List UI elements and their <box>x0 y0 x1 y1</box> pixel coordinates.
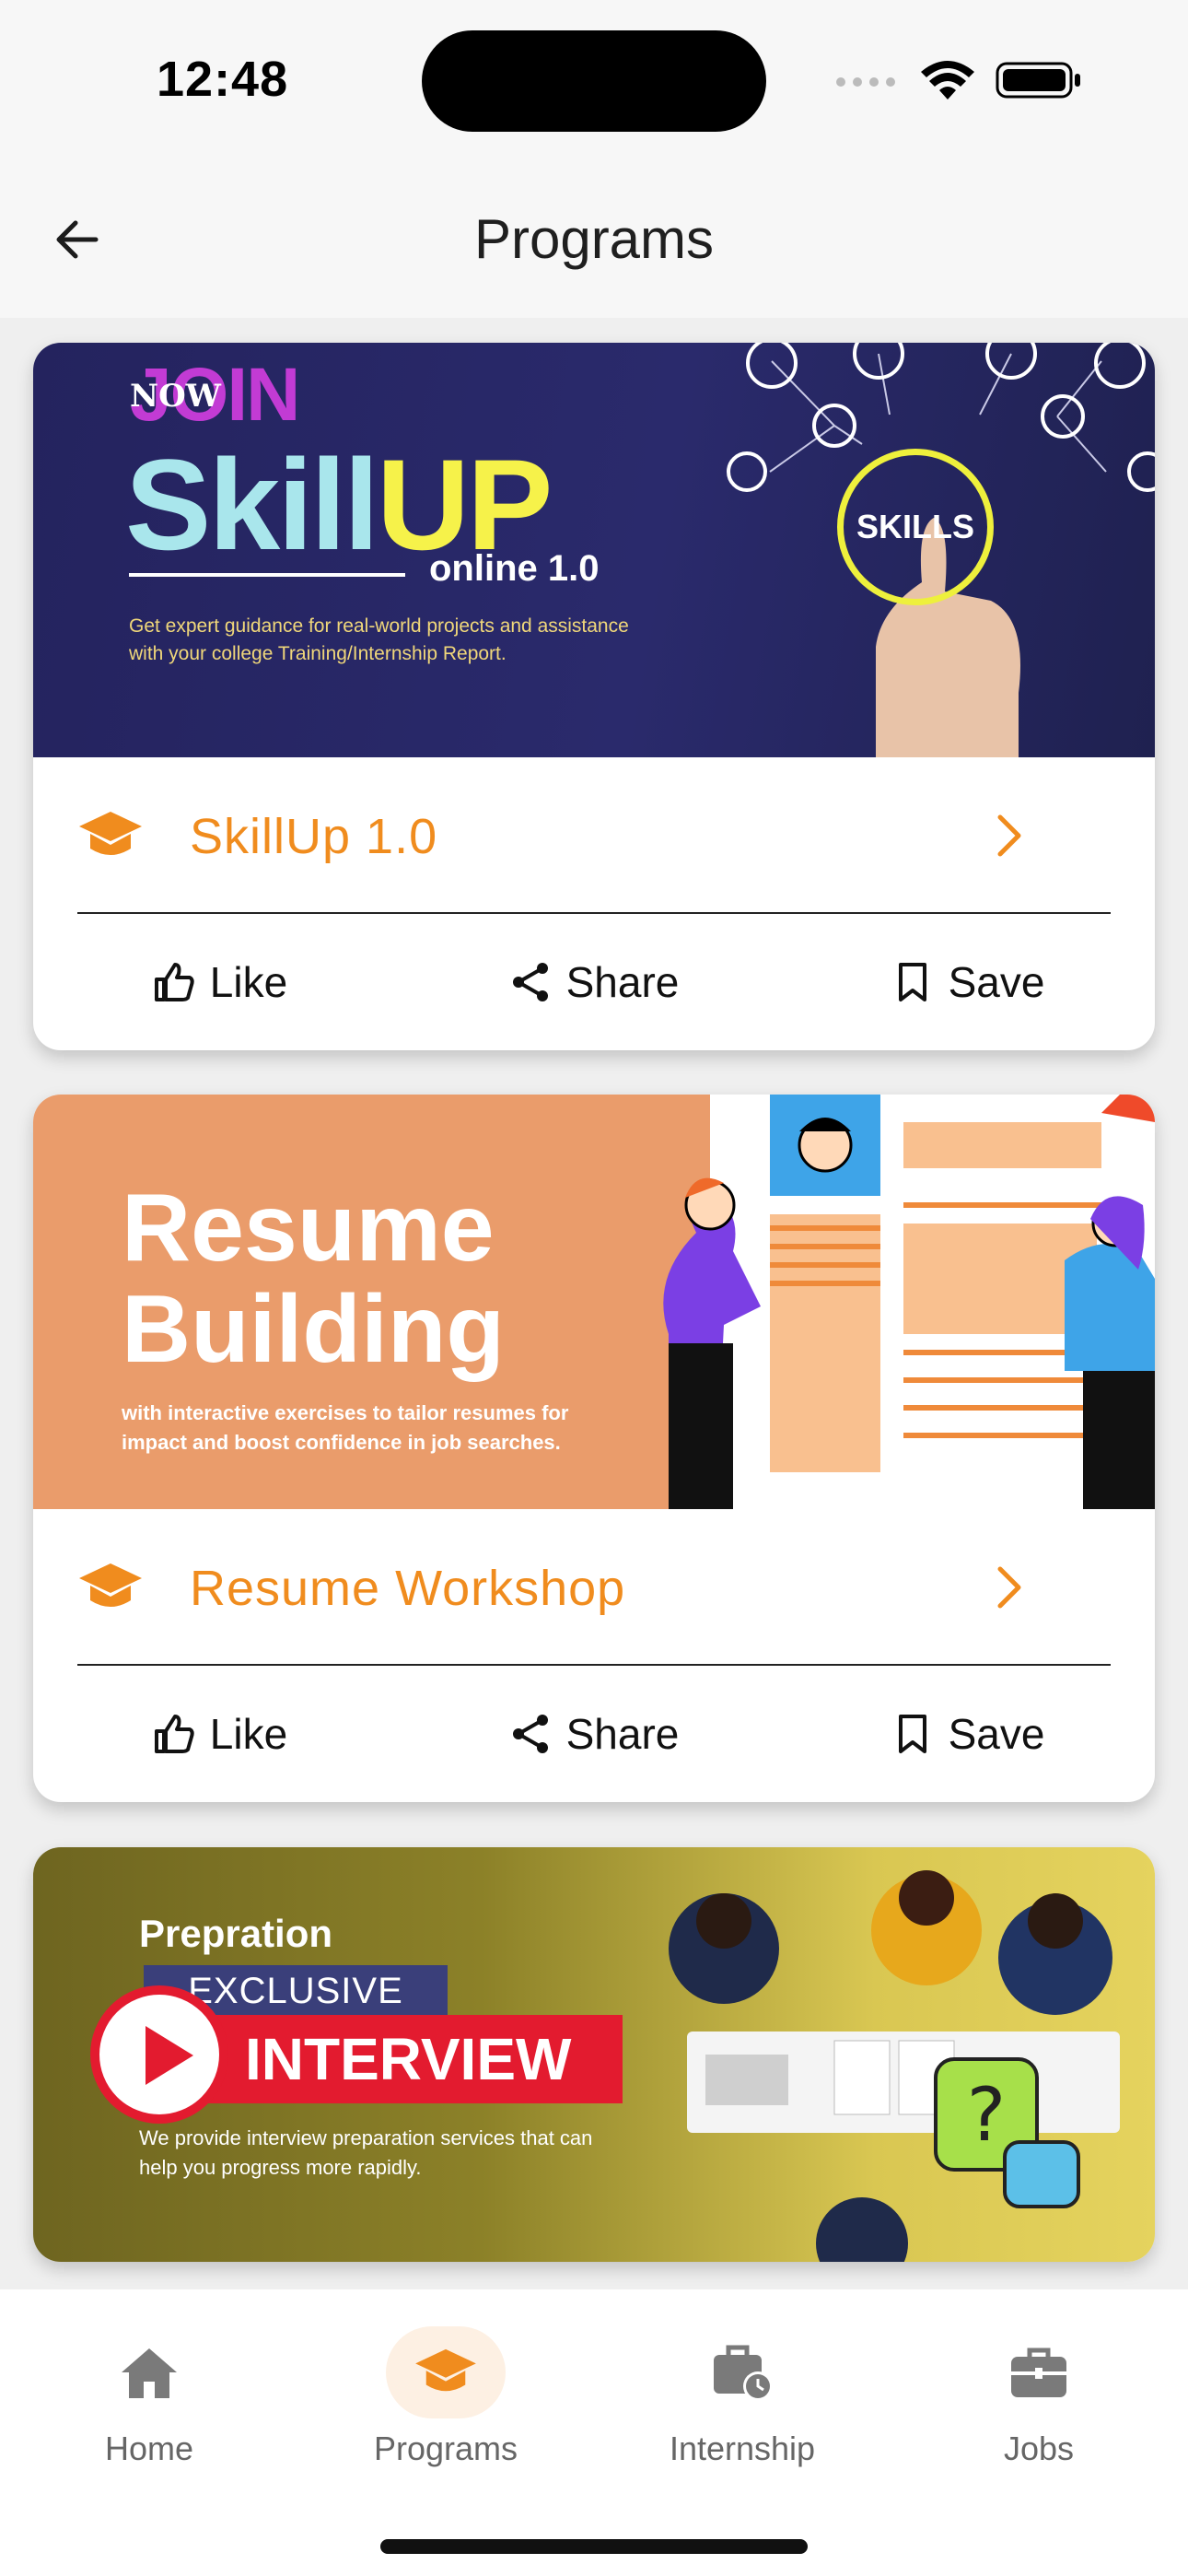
like-button[interactable]: Like <box>33 1709 407 1759</box>
chevron-right-icon <box>997 1566 1021 1609</box>
interview-illustration: ? <box>669 1870 1120 2262</box>
divider <box>77 1664 1111 1666</box>
program-title: Resume Workshop <box>190 1561 626 1616</box>
nav-icon-wrap <box>89 2326 209 2418</box>
nav-label: Programs <box>373 2430 518 2467</box>
program-title-row[interactable]: SkillUp 1.0 <box>33 757 1155 914</box>
status-icons <box>835 59 1082 101</box>
program-card: ? Prepration EXCLUSIVE INTERVIEW We prov… <box>33 1847 1155 2262</box>
program-title-row[interactable]: Resume Workshop <box>33 1509 1155 1666</box>
bottom-nav: Home Programs Internship Jobs <box>0 2289 1188 2576</box>
thumbs-up-icon <box>154 963 194 1001</box>
status-time: 12:48 <box>157 52 289 107</box>
home-indicator <box>380 2539 808 2554</box>
save-button[interactable]: Save <box>781 1709 1155 1759</box>
nav-item-home[interactable]: Home <box>29 2326 269 2483</box>
share-icon <box>512 1715 548 1753</box>
banner-online-text: online 1.0 <box>429 548 600 589</box>
share-icon <box>512 963 548 1001</box>
nav-icon-wrap <box>682 2326 802 2418</box>
banner-description: Get expert guidance for real-world proje… <box>129 615 629 664</box>
bookmark-icon <box>898 963 926 1001</box>
program-banner[interactable]: ? Prepration EXCLUSIVE INTERVIEW We prov… <box>33 1847 1155 2262</box>
like-label: Like <box>209 958 288 1006</box>
page-title: Programs <box>473 208 715 270</box>
save-label: Save <box>948 958 1045 1006</box>
nav-label: Internship <box>669 2430 816 2467</box>
program-banner[interactable]: Resume Building with interactive exercise… <box>33 1095 1155 1509</box>
banner-interview-text: INTERVIEW <box>162 2015 623 2103</box>
skills-badge: SKILLS <box>837 449 994 605</box>
banner-heading: Resume Building <box>122 1175 505 1383</box>
battery-icon <box>996 62 1080 99</box>
svg-text:?: ? <box>967 2072 1006 2158</box>
chevron-right-icon <box>997 814 1021 857</box>
resume-illustration <box>663 1095 1155 1509</box>
nav-label: Jobs <box>1003 2430 1075 2467</box>
share-label: Share <box>565 1710 680 1758</box>
program-card: Resume Building with interactive exercise… <box>33 1095 1155 1802</box>
card-actions: Like Share Save <box>33 1666 1155 1802</box>
save-label: Save <box>948 1710 1045 1758</box>
divider <box>77 912 1111 914</box>
wifi-icon <box>921 61 974 100</box>
save-button[interactable]: Save <box>781 957 1155 1007</box>
graduation-cap-icon <box>79 812 142 855</box>
nav-icon-wrap <box>979 2326 1099 2418</box>
top-bar: 12:48 Programs <box>0 0 1188 318</box>
program-feed[interactable]: JOIN NOW SkillUP online 1.0 Get expert g… <box>0 318 1188 2289</box>
card-actions: Like Share Save <box>33 914 1155 1050</box>
nav-active-pill <box>386 2326 506 2418</box>
program-card: JOIN NOW SkillUP online 1.0 Get expert g… <box>33 343 1155 1050</box>
share-label: Share <box>565 958 680 1006</box>
thumbs-up-icon <box>154 1715 194 1753</box>
banner-rule <box>129 573 405 577</box>
like-button[interactable]: Like <box>33 957 407 1007</box>
banner-description: with interactive exercises to tailor res… <box>122 1401 569 1454</box>
share-button[interactable]: Share <box>407 1709 781 1759</box>
share-button[interactable]: Share <box>407 957 781 1007</box>
dynamic-island <box>422 30 766 132</box>
nav-item-jobs[interactable]: Jobs <box>919 2326 1159 2483</box>
like-label: Like <box>209 1710 288 1758</box>
home-icon <box>122 2348 177 2398</box>
program-title: SkillUp 1.0 <box>190 809 438 864</box>
nav-item-programs[interactable]: Programs <box>326 2326 565 2483</box>
nav-label: Home <box>104 2430 194 2467</box>
banner-now-text: NOW <box>130 378 221 415</box>
banner-prep-text: Prepration <box>139 1912 333 1955</box>
program-banner[interactable]: JOIN NOW SkillUP online 1.0 Get expert g… <box>33 343 1155 757</box>
signal-icon <box>836 77 895 87</box>
graduation-cap-icon <box>415 2348 476 2392</box>
nav-item-internship[interactable]: Internship <box>623 2326 862 2483</box>
banner-description: We provide interview preparation service… <box>139 2126 593 2179</box>
play-icon <box>90 1985 228 2124</box>
briefcase-icon <box>1011 2348 1066 2397</box>
graduation-cap-icon <box>79 1563 142 1607</box>
briefcase-clock-icon <box>714 2345 773 2401</box>
bookmark-icon <box>898 1715 926 1753</box>
